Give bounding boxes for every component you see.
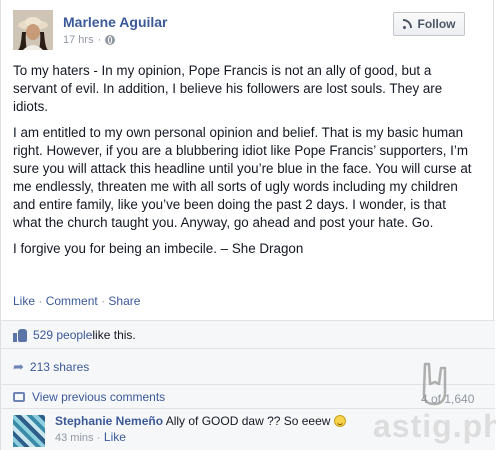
post-actions: Like · Comment · Share <box>13 294 140 308</box>
post-timestamp[interactable]: 17 hrs <box>63 34 94 46</box>
likes-row: 529 people like this. <box>1 320 495 348</box>
follow-label: Follow <box>417 17 456 31</box>
globe-icon[interactable] <box>105 35 116 45</box>
rock-hand-icon <box>422 362 447 406</box>
post-paragraph: I am entitled to my own personal opinion… <box>13 125 472 230</box>
comment-body: Stephanie Nemeño Ally of GOOD daw ?? So … <box>55 413 346 446</box>
comment-separator: · <box>96 432 101 444</box>
meta-separator: · <box>97 34 102 46</box>
post-paragraph: To my haters - In my opinion, Pope Franc… <box>13 63 443 114</box>
likes-suffix: like this. <box>92 327 136 342</box>
action-separator: · <box>38 294 43 308</box>
comment-timestamp[interactable]: 43 mins <box>55 432 94 444</box>
avatar-image <box>13 10 53 50</box>
rss-icon <box>402 19 413 29</box>
commenter-name[interactable]: Stephanie Nemeño <box>55 414 163 428</box>
author-avatar[interactable] <box>13 10 53 50</box>
comment-like-link[interactable]: Like <box>104 430 126 444</box>
comment-bubble-icon <box>13 391 25 402</box>
author-name[interactable]: Marlene Aguilar <box>63 14 168 30</box>
shares-count-link[interactable]: 213 shares <box>30 360 89 374</box>
comment-text: Ally of GOOD daw ?? So eeew <box>163 414 334 428</box>
post-paragraph: I forgive you for being an imbecile. – S… <box>13 241 304 256</box>
likes-count-link[interactable]: 529 people <box>33 328 92 342</box>
follow-button[interactable]: Follow <box>393 12 465 36</box>
comment-link[interactable]: Comment <box>46 294 98 308</box>
post-card: Marlene Aguilar 17 hrs · Follow To my ha… <box>0 0 496 450</box>
smiley-emoticon-icon <box>333 415 346 427</box>
action-separator: · <box>101 294 106 308</box>
commenter-avatar[interactable] <box>13 415 45 447</box>
post-text: To my haters - In my opinion, Pope Franc… <box>13 62 475 266</box>
view-previous-comments-link[interactable]: View previous comments <box>32 390 165 404</box>
thumbs-up-icon <box>13 328 27 342</box>
like-link[interactable]: Like <box>13 294 35 308</box>
share-link[interactable]: Share <box>108 294 140 308</box>
post-meta: 17 hrs · <box>63 34 116 46</box>
share-arrow-icon: ➦ <box>13 358 24 374</box>
watermark-logo: astig.ph <box>373 408 496 444</box>
